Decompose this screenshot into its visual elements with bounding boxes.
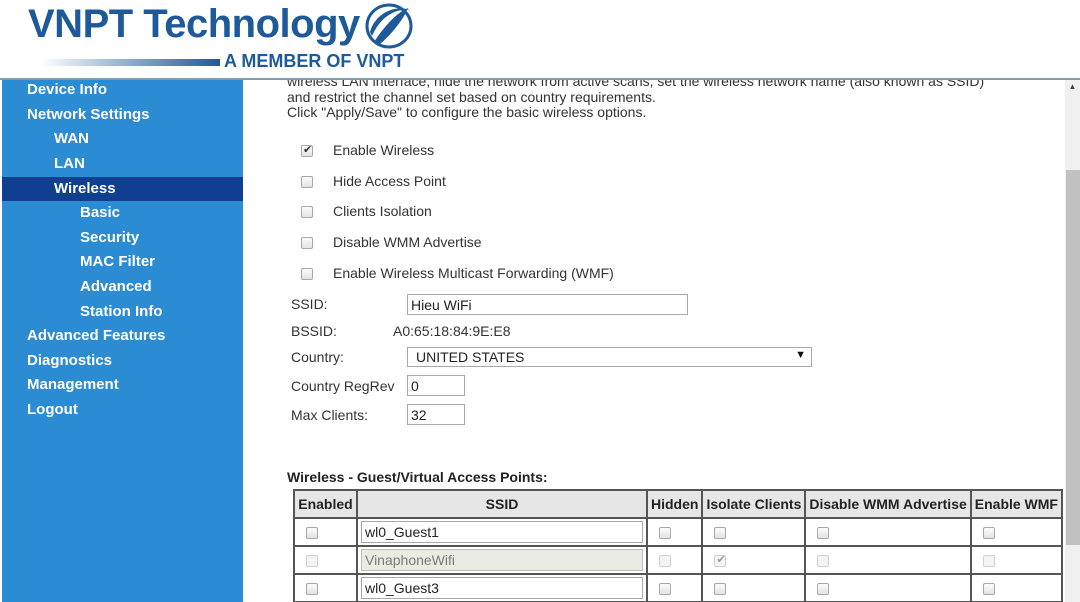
- enabled-checkbox: [306, 555, 318, 568]
- col-ssid: SSID: [356, 490, 647, 518]
- enable-wireless-checkbox[interactable]: [301, 143, 313, 157]
- col-hidden: Hidden: [646, 490, 703, 518]
- enabled-checkbox[interactable]: [306, 527, 318, 540]
- logo-gradient-bar: [40, 59, 220, 66]
- disable-wmm-checkbox[interactable]: [817, 583, 830, 596]
- sidebar-item-basic[interactable]: Basic: [2, 201, 243, 225]
- brand-logo-text: VNPT Technology: [28, 2, 360, 46]
- table-row: [294, 518, 1062, 546]
- header: VNPT Technology A MEMBER OF VNPT: [0, 0, 1080, 80]
- max-clients-input[interactable]: [407, 404, 465, 425]
- country-regrev-input[interactable]: [407, 375, 465, 396]
- col-disable-wmm: Disable WMM Advertise: [805, 490, 971, 518]
- col-isolate-clients: Isolate Clients: [702, 490, 806, 518]
- isolate-clients-checkbox: [714, 553, 727, 568]
- disable-wmm-checkbox[interactable]: [301, 237, 313, 249]
- hide-access-point-checkbox[interactable]: [301, 176, 313, 188]
- sidebar-item-station-info[interactable]: Station Info: [2, 300, 243, 324]
- sidebar-item-advanced-features[interactable]: Advanced Features: [2, 324, 243, 348]
- sidebar-item-advanced[interactable]: Advanced: [2, 275, 243, 299]
- scroll-up-arrow-icon[interactable]: ▲: [1065, 80, 1080, 94]
- main-content: wireless LAN interface, hide the network…: [243, 80, 1063, 602]
- enable-wmf-checkbox: [982, 555, 995, 568]
- intro-line: Click "Apply/Save" to configure the basi…: [287, 104, 647, 120]
- ssid-label: SSID:: [291, 296, 328, 312]
- hidden-checkbox: [658, 555, 671, 568]
- disable-wmm-checkbox[interactable]: [817, 527, 830, 540]
- intro-text: wireless LAN interface, hide the network…: [287, 80, 1047, 121]
- dropdown-arrow-icon: ▼: [795, 349, 806, 361]
- ssid-input[interactable]: [407, 294, 688, 315]
- option-label: Disable WMM Advertise: [333, 234, 482, 250]
- bssid-value: A0:65:18:84:9E:E8: [393, 323, 511, 339]
- brand-tagline: A MEMBER OF VNPT: [224, 51, 405, 71]
- sidebar-nav: Device Info Network Settings WAN LAN Wir…: [2, 80, 243, 602]
- clients-isolation-checkbox[interactable]: [301, 206, 313, 218]
- country-selected-value: UNITED STATES: [416, 349, 525, 365]
- sidebar-item-logout[interactable]: Logout: [2, 398, 243, 422]
- table-row: [294, 546, 1062, 574]
- sidebar-item-wan[interactable]: WAN: [2, 127, 243, 151]
- guest-ap-table: Enabled SSID Hidden Isolate Clients Disa…: [293, 489, 1063, 602]
- option-label: Enable Wireless: [333, 142, 435, 158]
- enabled-checkbox[interactable]: [306, 583, 318, 596]
- guest-ssid-input: [360, 549, 643, 571]
- enable-wmf-checkbox[interactable]: [982, 527, 995, 540]
- enable-wmf-checkbox[interactable]: [982, 583, 995, 596]
- sidebar-item-wireless[interactable]: Wireless: [2, 177, 243, 201]
- option-label: Hide Access Point: [333, 173, 446, 189]
- sidebar-item-management[interactable]: Management: [2, 373, 243, 397]
- country-regrev-label: Country RegRev: [291, 378, 395, 394]
- scrollbar-thumb[interactable]: [1066, 170, 1080, 545]
- option-label: Clients Isolation: [333, 203, 432, 219]
- enable-wmf-checkbox[interactable]: [301, 268, 313, 280]
- country-select[interactable]: UNITED STATES ▼: [407, 347, 812, 367]
- guest-ssid-input[interactable]: [360, 577, 643, 599]
- vertical-scrollbar[interactable]: ▲: [1065, 80, 1080, 602]
- intro-line: and restrict the channel set based on co…: [287, 88, 656, 105]
- sidebar-item-lan[interactable]: LAN: [2, 152, 243, 176]
- bssid-label: BSSID:: [291, 323, 337, 339]
- col-enable-wmf: Enable WMF: [970, 490, 1062, 518]
- sidebar-item-diagnostics[interactable]: Diagnostics: [2, 349, 243, 373]
- sidebar-item-device-info[interactable]: Device Info: [2, 78, 243, 102]
- guest-ap-section-title: Wireless - Guest/Virtual Access Points:: [287, 469, 548, 485]
- sidebar-item-network-settings[interactable]: Network Settings: [2, 103, 243, 127]
- hidden-checkbox[interactable]: [658, 527, 671, 540]
- table-header-row: Enabled SSID Hidden Isolate Clients Disa…: [294, 490, 1062, 518]
- table-row: [294, 574, 1062, 602]
- sidebar-item-security[interactable]: Security: [2, 226, 243, 250]
- guest-ssid-input[interactable]: [360, 521, 643, 543]
- option-label: Enable Wireless Multicast Forwarding (WM…: [333, 265, 614, 281]
- sidebar-item-mac-filter[interactable]: MAC Filter: [2, 250, 243, 274]
- isolate-clients-checkbox[interactable]: [714, 527, 727, 540]
- isolate-clients-checkbox[interactable]: [714, 583, 727, 596]
- country-label: Country:: [291, 349, 344, 365]
- col-enabled: Enabled: [294, 490, 357, 518]
- disable-wmm-checkbox: [817, 555, 830, 568]
- max-clients-label: Max Clients:: [291, 407, 369, 423]
- vnpt-swoosh-icon: [365, 3, 413, 49]
- hidden-checkbox[interactable]: [658, 583, 671, 596]
